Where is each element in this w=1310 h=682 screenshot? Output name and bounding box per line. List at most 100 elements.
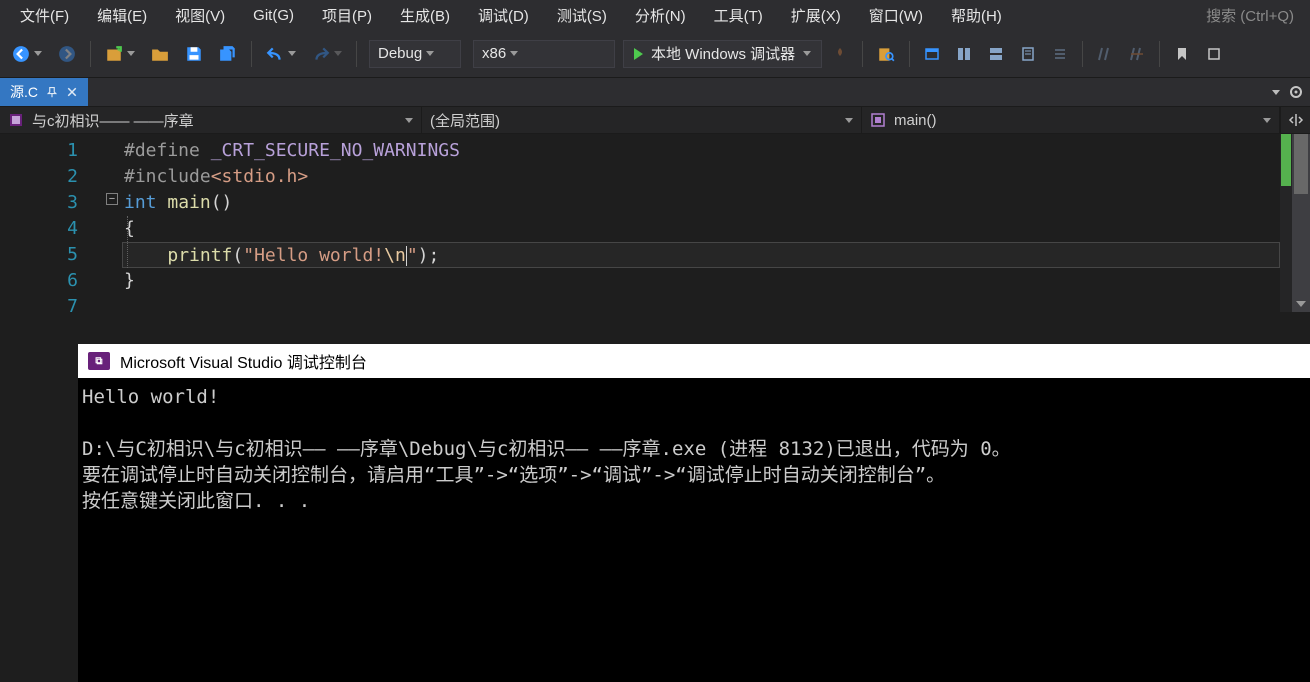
function-scope-value: main() bbox=[894, 112, 1263, 129]
chevron-down-icon bbox=[803, 51, 811, 56]
bookmark-button[interactable] bbox=[1168, 39, 1196, 69]
chevron-down-icon bbox=[845, 118, 853, 123]
vs-icon: ⧉ bbox=[88, 352, 110, 370]
chevron-down-icon bbox=[1263, 118, 1271, 123]
chevron-down-icon bbox=[426, 51, 434, 56]
chevron-down-icon bbox=[510, 51, 518, 56]
code-token: () bbox=[211, 192, 233, 213]
console-output[interactable]: Hello world! D:\与C初相识\与c初相识—— ——序章\Debug… bbox=[78, 378, 1310, 682]
play-icon bbox=[634, 48, 643, 60]
menu-view[interactable]: 视图(V) bbox=[161, 1, 239, 30]
toolbar-button[interactable] bbox=[918, 39, 946, 69]
code-token: "Hello world! bbox=[243, 245, 384, 266]
class-scope-dropdown[interactable]: (全局范围) bbox=[422, 107, 862, 133]
vertical-scrollbar[interactable] bbox=[1292, 134, 1310, 312]
line-number: 6 bbox=[0, 268, 78, 294]
menu-window[interactable]: 窗口(W) bbox=[855, 1, 937, 30]
menu-file[interactable]: 文件(F) bbox=[6, 1, 83, 30]
line-number: 4 bbox=[0, 216, 78, 242]
save-button[interactable] bbox=[179, 39, 209, 69]
solution-platform-dropdown[interactable]: x86 bbox=[473, 40, 615, 68]
scroll-down-button[interactable] bbox=[1292, 296, 1310, 312]
close-tab-icon[interactable] bbox=[66, 86, 78, 98]
code-area[interactable]: #define _CRT_SECURE_NO_WARNINGS #include… bbox=[124, 134, 1280, 312]
file-tab-label: 源.C bbox=[10, 82, 38, 102]
find-in-files-button[interactable] bbox=[871, 39, 901, 69]
toolbar-separator bbox=[1159, 41, 1160, 67]
menu-debug[interactable]: 调试(D) bbox=[464, 1, 543, 30]
code-token: printf bbox=[167, 245, 232, 266]
start-debugging-button[interactable]: 本地 Windows 调试器 bbox=[623, 40, 822, 68]
editor-tab-row: 源.C bbox=[0, 78, 1310, 106]
menu-edit[interactable]: 编辑(E) bbox=[83, 1, 161, 30]
code-token: main bbox=[167, 192, 210, 213]
toolbar-separator bbox=[90, 41, 91, 67]
debug-console-window: ⧉ Microsoft Visual Studio 调试控制台 Hello wo… bbox=[78, 344, 1310, 682]
code-editor[interactable]: 1 2 3 4 5 6 7 − #define _CRT_SECURE_NO_W… bbox=[0, 134, 1310, 312]
redo-button[interactable] bbox=[306, 39, 348, 69]
file-tab-active[interactable]: 源.C bbox=[0, 78, 88, 106]
code-token: #define bbox=[124, 140, 211, 161]
pin-icon[interactable] bbox=[46, 86, 58, 98]
gear-icon[interactable] bbox=[1288, 84, 1304, 100]
save-all-button[interactable] bbox=[213, 39, 243, 69]
menu-bar: 文件(F) 编辑(E) 视图(V) Git(G) 项目(P) 生成(B) 调试(… bbox=[0, 0, 1310, 30]
fold-toggle[interactable]: − bbox=[106, 193, 118, 205]
solution-config-value: Debug bbox=[378, 45, 422, 62]
menu-test[interactable]: 测试(S) bbox=[543, 1, 621, 30]
toolbar-button[interactable] bbox=[1014, 39, 1042, 69]
menu-project[interactable]: 项目(P) bbox=[308, 1, 386, 30]
code-navigation-bar: 与c初相识—— ——序章 (全局范围) main() bbox=[0, 106, 1310, 134]
chevron-down-icon bbox=[34, 51, 42, 56]
scrollbar-thumb[interactable] bbox=[1294, 134, 1308, 194]
toolbar-separator bbox=[909, 41, 910, 67]
toolbar-separator bbox=[251, 41, 252, 67]
tab-overflow-dropdown[interactable] bbox=[1272, 90, 1280, 95]
menu-help[interactable]: 帮助(H) bbox=[937, 1, 1016, 30]
undo-button[interactable] bbox=[260, 39, 302, 69]
line-number: 7 bbox=[0, 294, 78, 320]
main-toolbar: Debug x86 本地 Windows 调试器 bbox=[0, 30, 1310, 78]
solution-config-dropdown[interactable]: Debug bbox=[369, 40, 461, 68]
project-scope-dropdown[interactable]: 与c初相识—— ——序章 bbox=[0, 107, 422, 133]
toolbar-button[interactable] bbox=[1200, 39, 1228, 69]
code-token: " bbox=[407, 245, 418, 266]
line-number-gutter: 1 2 3 4 5 6 7 bbox=[0, 134, 106, 312]
chevron-down-icon bbox=[288, 51, 296, 56]
navigate-back-button[interactable] bbox=[6, 39, 48, 69]
code-token: #include bbox=[124, 166, 211, 187]
code-token: _CRT_SECURE_NO_WARNINGS bbox=[211, 140, 460, 161]
code-token: { bbox=[124, 218, 135, 239]
open-file-button[interactable] bbox=[145, 39, 175, 69]
toolbar-button[interactable] bbox=[982, 39, 1010, 69]
console-title-text: Microsoft Visual Studio 调试控制台 bbox=[120, 349, 367, 373]
menu-analyze[interactable]: 分析(N) bbox=[621, 1, 700, 30]
menu-build[interactable]: 生成(B) bbox=[386, 1, 464, 30]
comment-button[interactable] bbox=[1091, 39, 1119, 69]
code-token: ( bbox=[232, 245, 243, 266]
toolbar-button[interactable] bbox=[1046, 39, 1074, 69]
project-scope-value: 与c初相识—— ——序章 bbox=[32, 110, 405, 131]
new-project-button[interactable] bbox=[99, 39, 141, 69]
function-scope-dropdown[interactable]: main() bbox=[862, 107, 1280, 133]
uncomment-button[interactable] bbox=[1123, 39, 1151, 69]
project-icon bbox=[8, 112, 24, 128]
toolbar-button[interactable] bbox=[950, 39, 978, 69]
code-token: <stdio.h> bbox=[211, 166, 309, 187]
console-titlebar[interactable]: ⧉ Microsoft Visual Studio 调试控制台 bbox=[78, 344, 1310, 378]
code-token: } bbox=[124, 270, 135, 291]
menu-extensions[interactable]: 扩展(X) bbox=[777, 1, 855, 30]
chevron-down-icon bbox=[127, 51, 135, 56]
menu-git[interactable]: Git(G) bbox=[239, 3, 308, 28]
code-token: \n bbox=[384, 245, 406, 266]
navigate-forward-button[interactable] bbox=[52, 39, 82, 69]
global-search[interactable]: 搜索 (Ctrl+Q) bbox=[1196, 1, 1304, 30]
solution-platform-value: x86 bbox=[482, 45, 506, 62]
split-editor-button[interactable] bbox=[1280, 107, 1310, 133]
line-number: 1 bbox=[0, 138, 78, 164]
menu-tools[interactable]: 工具(T) bbox=[700, 1, 777, 30]
class-scope-value: (全局范围) bbox=[430, 110, 845, 131]
code-token: int bbox=[124, 192, 167, 213]
hot-reload-button[interactable] bbox=[826, 39, 854, 69]
overview-ruler[interactable] bbox=[1280, 134, 1292, 312]
